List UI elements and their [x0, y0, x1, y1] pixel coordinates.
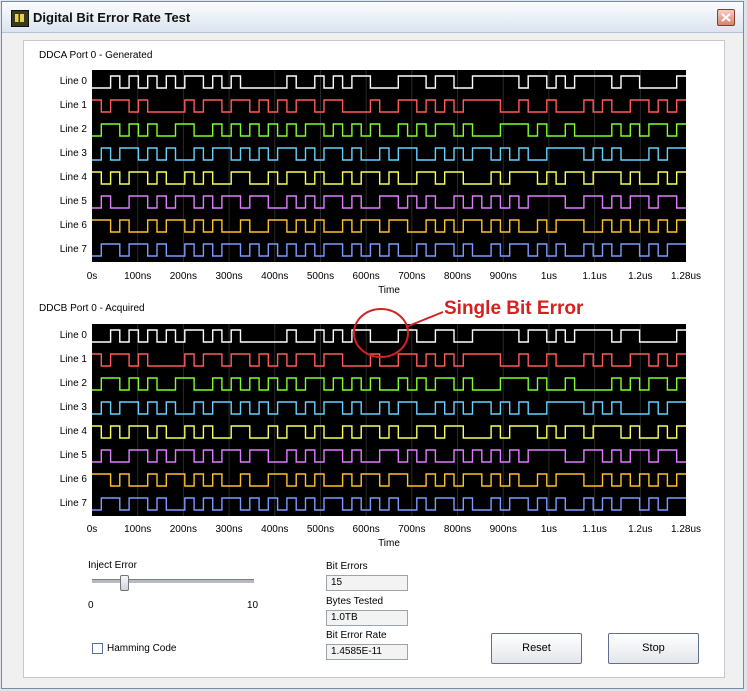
- x-tick-label: 0s: [86, 271, 98, 282]
- x-tick-label: 1.1us: [582, 271, 607, 282]
- plot-generated: [92, 70, 686, 262]
- x-tick-label: 400ns: [261, 271, 289, 282]
- waveform-line-5: [92, 449, 686, 463]
- x-tick-label: 400ns: [261, 524, 289, 535]
- line-label-1: Line 1: [59, 100, 87, 111]
- waveform-line-6: [92, 219, 686, 233]
- line-label-7: Line 7: [59, 244, 87, 255]
- x-tick-label: 500ns: [306, 271, 335, 282]
- inject-error-slider-thumb[interactable]: [120, 575, 130, 591]
- waveform-line-2: [92, 377, 686, 391]
- x-tick-label: 0s: [86, 524, 98, 535]
- line-label-7: Line 7: [59, 498, 87, 509]
- inject-error-min-label: 0: [88, 600, 94, 611]
- x-tick-label: 1us: [540, 524, 557, 535]
- line-label-2: Line 2: [59, 124, 87, 135]
- line-label-2: Line 2: [59, 378, 87, 389]
- close-icon: [721, 13, 731, 22]
- line-label-4: Line 4: [59, 426, 87, 437]
- close-button[interactable]: [717, 9, 735, 26]
- inject-error-label: Inject Error: [88, 560, 137, 571]
- line-label-5: Line 5: [59, 450, 87, 461]
- bytes-tested-indicator: 1.0TB: [326, 610, 408, 626]
- bit-error-rate-indicator: 1.4585E-11: [326, 644, 408, 660]
- hamming-code-label: Hamming Code: [107, 643, 177, 654]
- x-tick-label: 800ns: [443, 271, 472, 282]
- x-tick-label: 200ns: [169, 271, 197, 282]
- inject-error-max-label: 10: [247, 600, 259, 611]
- graph-title-generated: DDCA Port 0 - Generated: [39, 50, 153, 61]
- x-tick-label: 700ns: [398, 524, 426, 535]
- line-label-3: Line 3: [59, 148, 87, 159]
- waveform-line-1: [92, 99, 686, 113]
- x-tick-label: 1us: [540, 271, 557, 282]
- hamming-code-checkbox[interactable]: [92, 643, 103, 654]
- waveform-chart-generated: [92, 70, 686, 262]
- x-tick-label: 800ns: [443, 524, 472, 535]
- x-tick-label: 1.1us: [582, 524, 607, 535]
- x-tick-label: 1.28us: [670, 271, 702, 282]
- reset-button[interactable]: Reset: [491, 633, 582, 664]
- bytes-tested-label: Bytes Tested: [326, 596, 384, 607]
- x-tick-label: 900ns: [489, 271, 517, 282]
- line-label-6: Line 6: [59, 474, 87, 485]
- waveform-line-7: [92, 497, 686, 511]
- error-circle: [353, 308, 409, 358]
- x-tick-label: 900ns: [489, 524, 517, 535]
- x-tick-label: 100ns: [124, 524, 152, 535]
- app-icon: [11, 10, 29, 27]
- x-axis-title-acquired: Time: [378, 538, 400, 549]
- line-label-5: Line 5: [59, 196, 87, 207]
- waveform-line-4: [92, 171, 686, 185]
- waveform-line-6: [92, 473, 686, 487]
- x-tick-label: 700ns: [398, 271, 426, 282]
- waveform-line-7: [92, 243, 686, 257]
- line-label-3: Line 3: [59, 402, 87, 413]
- waveform-line-3: [92, 401, 686, 415]
- line-label-6: Line 6: [59, 220, 87, 231]
- waveform-line-4: [92, 425, 686, 439]
- inject-error-slider-track[interactable]: [92, 579, 254, 583]
- line-label-0: Line 0: [59, 76, 87, 87]
- bit-error-rate-label: Bit Error Rate: [326, 630, 387, 641]
- x-tick-label: 200ns: [169, 524, 197, 535]
- x-tick-label: 600ns: [352, 271, 380, 282]
- x-tick-label: 300ns: [215, 271, 243, 282]
- waveform-line-5: [92, 195, 686, 209]
- graph-title-acquired: DDCB Port 0 - Acquired: [39, 303, 145, 314]
- x-axis-title-generated: Time: [378, 285, 400, 296]
- window-title: Digital Bit Error Rate Test: [33, 10, 191, 25]
- waveform-line-3: [92, 147, 686, 161]
- x-tick-label: 500ns: [306, 524, 335, 535]
- single-bit-error-label: Single Bit Error: [444, 298, 584, 319]
- line-label-1: Line 1: [59, 354, 87, 365]
- error-annotation-marker: [353, 308, 444, 358]
- x-tick-label: 1.2us: [628, 271, 653, 282]
- bit-errors-label: Bit Errors: [326, 561, 368, 572]
- title-bar: Digital Bit Error Rate Test: [2, 2, 743, 33]
- stop-button[interactable]: Stop: [608, 633, 699, 664]
- x-tick-label: 1.2us: [628, 524, 653, 535]
- line-label-0: Line 0: [59, 330, 87, 341]
- line-label-4: Line 4: [59, 172, 87, 183]
- x-tick-label: 300ns: [215, 524, 243, 535]
- x-tick-label: 1.28us: [670, 524, 702, 535]
- waveform-line-0: [92, 75, 686, 89]
- x-tick-label: 100ns: [124, 271, 152, 282]
- bit-errors-indicator: 15: [326, 575, 408, 591]
- error-pointer-line: [405, 311, 444, 328]
- x-tick-label: 600ns: [352, 524, 380, 535]
- waveform-line-2: [92, 123, 686, 137]
